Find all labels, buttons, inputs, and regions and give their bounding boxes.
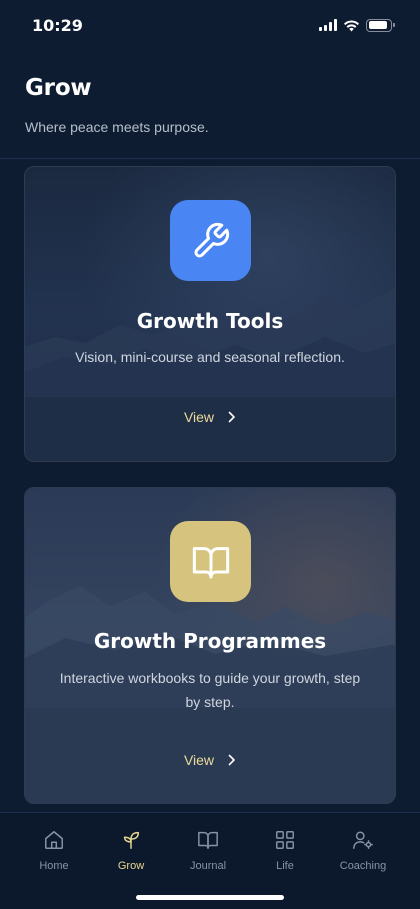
home-indicator [136,895,284,900]
tab-life[interactable]: Life [250,829,320,872]
chevron-right-icon [228,754,235,766]
user-settings-icon [353,831,373,849]
growth-programmes-card[interactable]: Growth Programmes Interactive workbooks … [24,487,396,804]
tab-grow[interactable]: Grow [96,829,166,872]
header-divider [0,158,420,159]
growth-tools-card[interactable]: Growth Tools Vision, mini-course and sea… [24,166,396,462]
tab-coaching[interactable]: Coaching [328,829,398,872]
chevron-right-icon [228,411,235,423]
sprout-icon [123,831,140,849]
card-description: Vision, mini-course and seasonal reflect… [75,349,345,365]
home-icon [45,831,63,849]
view-label: View [183,752,215,768]
grid-icon [276,831,294,849]
status-bar: 10:29 [0,0,420,50]
view-button[interactable]: View [25,752,395,768]
wrench-icon [170,200,251,281]
tab-label: Home [39,860,69,872]
view-button[interactable]: View [25,409,395,425]
tab-journal[interactable]: Journal [173,829,243,872]
tab-home[interactable]: Home [19,829,89,872]
page-subtitle: Where peace meets purpose. [25,119,209,135]
battery-icon [366,18,395,32]
card-description: Interactive workbooks to guide your grow… [59,670,361,710]
cellular-signal-icon [319,19,337,31]
view-label: View [183,409,215,425]
open-book-icon [198,831,218,849]
status-icons [319,18,395,32]
tab-label: Coaching [339,860,387,872]
status-time: 10:29 [32,15,83,35]
open-book-icon [170,521,251,602]
wifi-icon [344,19,359,31]
page-title: Grow [25,75,92,101]
card-title: Growth Programmes [93,629,327,653]
page-header: Grow Where peace meets purpose. [25,75,209,135]
tab-label: Grow [117,860,145,872]
tab-label: Journal [189,860,227,872]
card-title: Growth Tools [136,309,284,333]
tab-label: Life [276,860,294,872]
